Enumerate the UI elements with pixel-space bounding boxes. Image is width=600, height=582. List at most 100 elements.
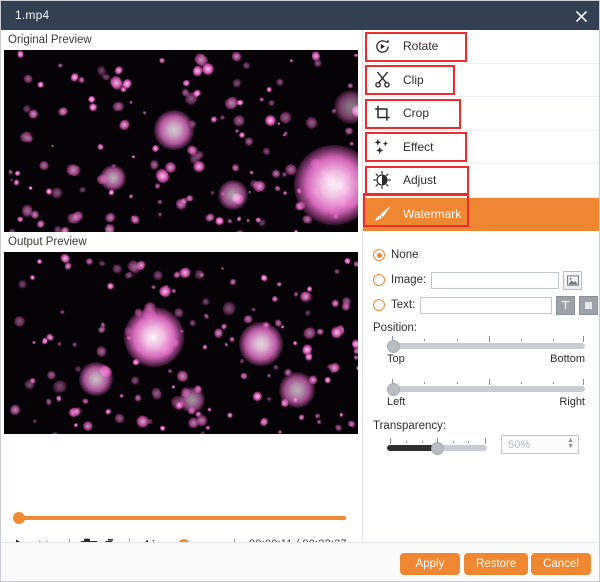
- video-particle: [145, 339, 154, 350]
- video-particle: [142, 111, 146, 116]
- video-particle: [200, 430, 206, 434]
- video-glow: [334, 90, 358, 124]
- radio-text[interactable]: [373, 299, 385, 311]
- watermark-options: None Image: Text:: [363, 236, 600, 454]
- watermark-option-text[interactable]: Text:: [373, 294, 590, 316]
- video-particle: [134, 413, 151, 430]
- video-particle: [304, 114, 319, 130]
- video-particle: [189, 151, 202, 166]
- tool-tab-rotate[interactable]: Rotate: [363, 30, 600, 64]
- video-particle: [85, 257, 94, 266]
- video-particle: [69, 72, 79, 84]
- tool-tab-label: Crop: [403, 106, 429, 120]
- video-particle: [309, 186, 321, 198]
- apply-button[interactable]: Apply: [400, 553, 460, 575]
- video-particle: [27, 107, 40, 120]
- video-particle: [17, 216, 24, 222]
- video-particle: [326, 204, 337, 215]
- video-particle: [273, 364, 279, 371]
- seek-slider[interactable]: [13, 512, 346, 524]
- radio-image[interactable]: [373, 274, 385, 286]
- video-particle: [118, 117, 133, 132]
- video-particle: [292, 396, 298, 403]
- video-particle: [88, 95, 96, 103]
- video-particle: [343, 256, 352, 265]
- video-particle: [273, 185, 282, 194]
- video-particle: [125, 258, 144, 276]
- sparkles-icon: [371, 136, 393, 158]
- video-particle: [121, 77, 134, 91]
- video-particle: [290, 58, 295, 63]
- tool-tab-clip[interactable]: Clip: [363, 64, 600, 98]
- seek-handle[interactable]: [13, 512, 25, 524]
- video-particle: [131, 357, 141, 367]
- watermark-option-image[interactable]: Image:: [373, 269, 590, 291]
- video-particle: [100, 321, 106, 328]
- video-particle: [230, 113, 246, 129]
- video-particle: [277, 430, 282, 434]
- video-particle: [237, 130, 245, 138]
- vertical-position-slider[interactable]: Top Bottom: [387, 336, 585, 365]
- video-particle: [135, 394, 141, 402]
- original-preview-video[interactable]: [4, 50, 358, 232]
- video-particle: [191, 64, 205, 79]
- font-T-icon[interactable]: [556, 296, 575, 315]
- video-particle: [59, 225, 72, 232]
- video-particle: [128, 193, 134, 200]
- video-particle: [226, 217, 233, 223]
- tool-tab-effect[interactable]: Effect: [363, 131, 600, 165]
- video-particle: [101, 73, 112, 81]
- spinner-down-icon[interactable]: ▼: [567, 444, 574, 450]
- slider-handle[interactable]: [387, 340, 400, 353]
- video-particle: [316, 328, 325, 336]
- slider-track: [387, 343, 585, 349]
- radio-image-label: Image:: [391, 274, 426, 286]
- video-particle: [353, 354, 358, 361]
- slider-fill: [387, 445, 437, 451]
- video-particle: [332, 212, 340, 220]
- video-particle: [104, 212, 117, 224]
- restore-button[interactable]: Restore: [464, 553, 528, 575]
- tool-tab-adjust[interactable]: Adjust: [363, 164, 600, 198]
- output-preview-video[interactable]: [4, 252, 358, 434]
- video-particle: [282, 134, 286, 138]
- tool-tab-crop[interactable]: Crop: [363, 97, 600, 131]
- video-particle: [231, 163, 241, 173]
- video-particle: [310, 50, 320, 63]
- horizontal-position-slider[interactable]: Left Right: [387, 379, 585, 408]
- video-particle: [226, 411, 234, 419]
- video-particle: [353, 348, 358, 354]
- radio-none[interactable]: [373, 249, 385, 261]
- tool-tab-watermark[interactable]: Watermark: [363, 198, 600, 232]
- spinner-arrows-icon[interactable]: ▲ ▼: [567, 438, 574, 450]
- color-swatch-icon[interactable]: [579, 296, 598, 315]
- picture-icon[interactable]: [563, 271, 582, 290]
- slider-track: [387, 386, 585, 392]
- slider-handle[interactable]: [431, 442, 444, 455]
- video-particle: [182, 89, 200, 107]
- transparency-spinner[interactable]: 50% ▲ ▼: [501, 435, 579, 454]
- watermark-text-input[interactable]: [420, 297, 552, 314]
- video-particle: [354, 54, 358, 57]
- slider-handle[interactable]: [387, 383, 400, 396]
- watermark-option-none[interactable]: None: [373, 244, 590, 266]
- video-particle: [313, 412, 321, 420]
- video-particle: [45, 332, 56, 342]
- video-particle: [50, 431, 61, 434]
- video-particle: [96, 143, 105, 152]
- slider-ticks: [387, 379, 585, 386]
- video-particle: [179, 196, 190, 206]
- image-path-input[interactable]: [431, 272, 559, 289]
- transparency-slider[interactable]: [387, 438, 487, 451]
- video-particle: [339, 169, 354, 184]
- video-particle: [266, 86, 272, 92]
- video-particle: [45, 398, 52, 407]
- slider-ticks: [387, 336, 585, 343]
- tool-tab-label: Clip: [403, 73, 424, 87]
- video-glow: [100, 165, 126, 191]
- close-icon[interactable]: [569, 5, 593, 27]
- video-particle: [97, 175, 108, 185]
- video-particle: [347, 420, 357, 429]
- video-particle: [268, 99, 276, 106]
- cancel-button[interactable]: Cancel: [531, 553, 591, 575]
